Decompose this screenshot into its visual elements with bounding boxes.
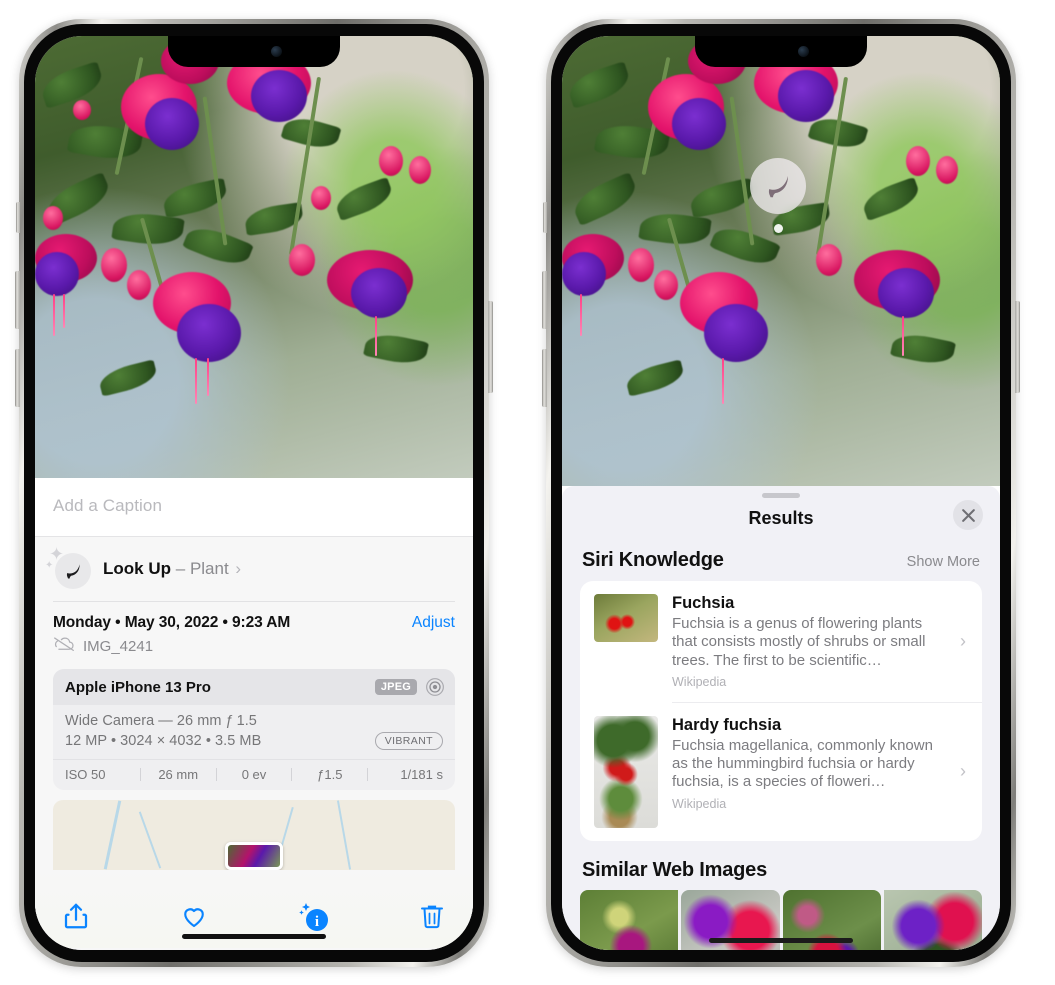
volume-up-button[interactable]: [542, 271, 547, 329]
result-body: Hardy fuchsia Fuchsia magellanica, commo…: [672, 716, 946, 811]
exif-iso: ISO 50: [65, 767, 106, 782]
volume-down-button[interactable]: [15, 349, 20, 407]
phone-bezel-left: Add a Caption ✦ ✦ Look Up – Plant › Mond…: [24, 24, 484, 962]
siri-knowledge-title: Siri Knowledge: [582, 549, 724, 571]
similar-web-images-title: Similar Web Images: [582, 858, 767, 881]
siri-knowledge-header: Siri Knowledge Show More: [562, 543, 1000, 581]
results-sheet: Results Siri Knowledge Show More Fuchsia…: [562, 486, 1000, 950]
cloud-slash-icon: [53, 636, 75, 657]
exif-row: ISO 50 26 mm 0 ev ƒ1.5 1/181 s: [53, 759, 455, 790]
file-name: IMG_4241: [83, 638, 154, 655]
look-up-row[interactable]: ✦ ✦ Look Up – Plant ›: [35, 537, 473, 601]
photo-viewer-left[interactable]: [35, 36, 473, 478]
info-sparkle-icon[interactable]: i: [297, 900, 329, 932]
front-camera: [270, 46, 282, 57]
result-description: Fuchsia is a genus of flowering plants t…: [672, 615, 926, 669]
similar-image[interactable]: [883, 889, 982, 950]
look-up-title: Look Up: [103, 559, 171, 578]
result-description: Fuchsia magellanica, commonly known as t…: [672, 736, 933, 791]
look-up-label: Look Up – Plant ›: [103, 559, 241, 579]
chevron-right-icon: ›: [960, 630, 966, 651]
share-icon[interactable]: [61, 901, 91, 931]
photo-toolbar: i: [35, 870, 473, 948]
look-up-icon-wrap: ✦ ✦: [45, 545, 91, 589]
phone-bezel-right: Results Siri Knowledge Show More Fuchsia…: [551, 24, 1011, 962]
screenshot-root: Add a Caption ✦ ✦ Look Up – Plant › Mond…: [0, 0, 1055, 985]
format-badge: JPEG: [374, 679, 417, 695]
results-title: Results: [748, 508, 814, 528]
result-title: Fuchsia: [672, 594, 735, 612]
close-icon[interactable]: [953, 500, 983, 530]
list-item[interactable]: Fuchsia Fuchsia is a genus of flowering …: [580, 581, 982, 702]
visual-look-up-anchor-dot: [774, 224, 783, 233]
device-name: Apple iPhone 13 Pro: [65, 678, 211, 696]
file-row: IMG_4241: [35, 633, 473, 669]
result-thumbnail: [594, 594, 658, 642]
power-button[interactable]: [1015, 301, 1020, 393]
front-camera: [797, 46, 809, 57]
volume-down-button[interactable]: [542, 349, 547, 407]
home-indicator[interactable]: [709, 938, 853, 943]
leaf-icon: [55, 553, 91, 589]
screen-left: Add a Caption ✦ ✦ Look Up – Plant › Mond…: [35, 36, 473, 950]
camera-info-card[interactable]: Apple iPhone 13 Pro JPEG Wide Camera — 2…: [53, 669, 455, 790]
iphone-left: Add a Caption ✦ ✦ Look Up – Plant › Mond…: [15, 19, 493, 967]
map-photo-pin: [225, 842, 283, 870]
photo-info-sheet: Add a Caption ✦ ✦ Look Up – Plant › Mond…: [35, 478, 473, 950]
lens-line: Wide Camera — 26 mm ƒ 1.5: [65, 713, 257, 729]
iphone-right: Results Siri Knowledge Show More Fuchsia…: [542, 19, 1020, 967]
look-up-subject: Plant: [189, 559, 229, 578]
silent-switch[interactable]: [543, 202, 547, 233]
location-map[interactable]: [53, 800, 455, 870]
show-more-button[interactable]: Show More: [907, 554, 980, 570]
volume-up-button[interactable]: [15, 271, 20, 329]
aperture-icon: [425, 677, 445, 697]
list-item[interactable]: Hardy fuchsia Fuchsia magellanica, commo…: [580, 703, 982, 841]
camera-card-body: Wide Camera — 26 mm ƒ 1.5 12 MP • 3024 ×…: [53, 705, 455, 759]
power-button[interactable]: [488, 301, 493, 393]
notch: [695, 36, 867, 67]
results-header: Results: [562, 498, 1000, 543]
similar-image[interactable]: [580, 889, 679, 950]
exif-exposure: 0 ev: [241, 767, 267, 782]
exif-aperture: ƒ1.5: [317, 767, 343, 782]
quality-badge: VIBRANT: [374, 732, 443, 750]
photo-viewer-right[interactable]: [562, 36, 1000, 486]
siri-knowledge-card: Fuchsia Fuchsia is a genus of flowering …: [580, 581, 982, 841]
result-source: Wikipedia: [672, 674, 727, 689]
exif-focal: 26 mm: [158, 767, 199, 782]
chevron-right-icon: ›: [235, 559, 242, 578]
caption-input[interactable]: Add a Caption: [35, 478, 473, 537]
screen-right: Results Siri Knowledge Show More Fuchsia…: [562, 36, 1000, 950]
exif-shutter: 1/181 s: [400, 767, 443, 782]
date-row: Monday • May 30, 2022 • 9:23 AM Adjust: [35, 602, 473, 633]
trash-icon[interactable]: [417, 901, 447, 931]
result-thumbnail: [594, 715, 658, 828]
size-line: 12 MP • 3024 × 4032 • 3.5 MB: [65, 733, 262, 749]
photo-date: Monday • May 30, 2022 • 9:23 AM: [53, 614, 291, 631]
svg-text:i: i: [315, 914, 319, 930]
visual-look-up-badge[interactable]: [750, 158, 806, 214]
result-source: Wikipedia: [672, 796, 727, 811]
silent-switch[interactable]: [16, 202, 20, 233]
size-line-row: 12 MP • 3024 × 4032 • 3.5 MB VIBRANT: [65, 732, 443, 750]
notch: [168, 36, 340, 67]
result-title: Hardy fuchsia: [672, 715, 782, 734]
sparkle-small-icon: ✦: [45, 560, 54, 571]
camera-card-badges: JPEG: [374, 677, 445, 697]
result-body: Fuchsia Fuchsia is a genus of flowering …: [672, 594, 946, 689]
home-indicator[interactable]: [182, 934, 326, 939]
similar-web-images-header: Similar Web Images: [562, 841, 1000, 890]
chevron-right-icon: ›: [960, 761, 966, 782]
adjust-button[interactable]: Adjust: [412, 614, 455, 632]
camera-card-header: Apple iPhone 13 Pro JPEG: [53, 669, 455, 705]
look-up-dash: –: [175, 559, 186, 578]
heart-icon[interactable]: [179, 901, 209, 931]
